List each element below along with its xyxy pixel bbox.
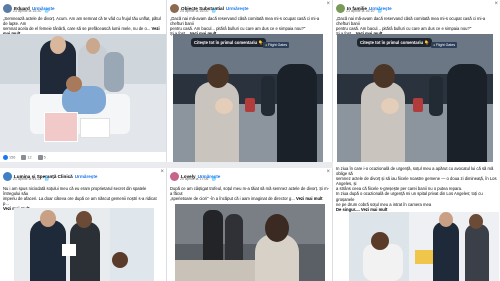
post-image[interactable]: Citește tot în primul comentariu 👇 ◂ Fli… — [173, 34, 323, 162]
background-wall — [175, 204, 325, 244]
man-head — [50, 36, 66, 54]
post-meta: 23 aprilie la 16:10 · 🌐 — [346, 9, 383, 13]
share-count[interactable]: 5 — [37, 155, 46, 160]
close-icon[interactable]: × — [160, 169, 164, 175]
flight-gates-sign: ◂ Flight Gates — [431, 42, 458, 48]
post-caption: După ce am câștigat trofeul, soțul meu m… — [170, 186, 329, 201]
nurse-figure — [104, 52, 124, 92]
reaction-bar: 156 12 5 — [3, 155, 46, 160]
caption-line: După ce am câștigat trofeul, soțul meu m… — [170, 186, 329, 197]
caption-line: „Dacă nai mă-avam dacă reservand căsă co… — [336, 16, 486, 27]
close-icon[interactable]: × — [326, 169, 330, 175]
woman-figure — [465, 224, 489, 281]
document — [62, 244, 76, 256]
bed — [175, 260, 255, 281]
post-image[interactable] — [349, 212, 499, 281]
caption-line: semnat acela de el femeie tânără, care s… — [3, 26, 151, 32]
post-meta: 25 aprilie la 16:00 · 🌐 — [180, 9, 217, 13]
follow-link[interactable]: Urmăreşte — [75, 174, 98, 179]
post-card-3: In familie Urmăreşte 23 aprilie la 16:10… — [333, 0, 500, 162]
close-icon[interactable]: × — [326, 1, 330, 7]
patient-head — [66, 76, 82, 92]
paper — [80, 118, 110, 138]
post-image[interactable] — [175, 204, 325, 281]
post-meta: 21 aprilie la 14:22 · 🌐 — [13, 177, 50, 181]
patient-figure — [363, 244, 403, 281]
avatar[interactable] — [3, 3, 12, 13]
woman-head — [86, 38, 100, 54]
man-figure — [447, 64, 487, 162]
read-in-first-comment-banner[interactable]: Citește tot în primul comentariu 👇 — [357, 38, 433, 47]
woman-head — [469, 214, 483, 229]
comment-count[interactable]: 12 — [21, 155, 32, 160]
caption-line: „sperietoare de ciori" -în a încăput că … — [170, 196, 295, 202]
woman-head — [373, 64, 395, 88]
inset-photo — [44, 112, 78, 142]
post-meta: 20 aprilie la 17:06 · 🌐 — [180, 177, 217, 181]
caption-line: semnez actele de divorț și să iau fiicel… — [336, 176, 497, 187]
woman-main-head — [265, 214, 289, 242]
patient-head — [112, 252, 128, 268]
man-figure — [30, 220, 66, 281]
man-figure — [277, 64, 317, 162]
document — [415, 250, 433, 264]
woman-head — [207, 64, 229, 88]
woman-figure — [361, 82, 405, 162]
post-card-6: In ziua în care i-o ocazională de urgenț… — [333, 162, 500, 281]
caption-line: Nu i am spus niciodată soțului meu că eu… — [3, 186, 147, 197]
man-head — [439, 212, 453, 227]
avatar[interactable] — [336, 3, 345, 13]
share-icon — [37, 155, 43, 160]
woman-figure — [195, 82, 239, 162]
post-meta: 23 aprilie la 15:30 · 🌐 — [13, 9, 50, 13]
avatar[interactable] — [170, 3, 179, 13]
traveler-figure — [429, 76, 443, 116]
post-card-2: Obiecte Substantial Urmăreşte 25 aprilie… — [167, 0, 333, 162]
suitcase — [413, 98, 423, 112]
close-icon[interactable]: × — [494, 1, 498, 7]
baby — [381, 98, 399, 114]
baby — [215, 98, 233, 114]
flight-gates-sign: ◂ Flight Gates — [263, 42, 290, 48]
post-image[interactable] — [14, 208, 154, 281]
post-card-5: Lovely Urmăreşte 20 aprilie la 17:06 · 🌐… — [167, 168, 333, 281]
window — [110, 208, 154, 281]
read-in-first-comment-banner[interactable]: Citește tot în primul comentariu 👇 — [191, 38, 267, 47]
like-count[interactable]: 156 — [3, 155, 15, 160]
suitcase — [245, 98, 255, 112]
post-card-1: Eduard Urmăreşte 23 aprilie la 15:30 · 🌐… — [0, 0, 167, 162]
traveler-figure — [261, 76, 275, 116]
comment-icon — [21, 155, 27, 160]
see-more-link[interactable]: Vezi mai mult — [296, 196, 323, 201]
caption-line: In ziua după o ocazională de urgență mi … — [336, 191, 483, 202]
caption-line: In ziua în care i-o ocazională de urgenț… — [336, 166, 494, 177]
caption-line: „Dacă nai mă-avam dacă reservand căsă co… — [170, 16, 320, 27]
post-image[interactable] — [0, 34, 166, 152]
patient-head — [371, 232, 389, 250]
follow-link[interactable]: Urmăreşte — [226, 6, 249, 11]
avatar[interactable] — [3, 171, 12, 181]
avatar[interactable] — [170, 171, 179, 181]
caption-line: imperiu de afaceri. La doar câteva ore d… — [3, 196, 157, 207]
caption-line: „Semnează actele de divorț. Acum. Am am … — [3, 16, 161, 27]
post-caption: In ziua în care i-o ocazională de urgenț… — [336, 166, 497, 212]
man-figure — [433, 222, 459, 281]
like-icon — [3, 155, 8, 160]
man-head — [40, 210, 56, 227]
post-image[interactable]: Citește tot în primul comentariu 👇 ◂ Fli… — [337, 34, 493, 162]
post-card-4: Lumina şi Speranţă Clinică Urmăreşte 21 … — [0, 168, 167, 281]
woman-head — [76, 211, 92, 228]
